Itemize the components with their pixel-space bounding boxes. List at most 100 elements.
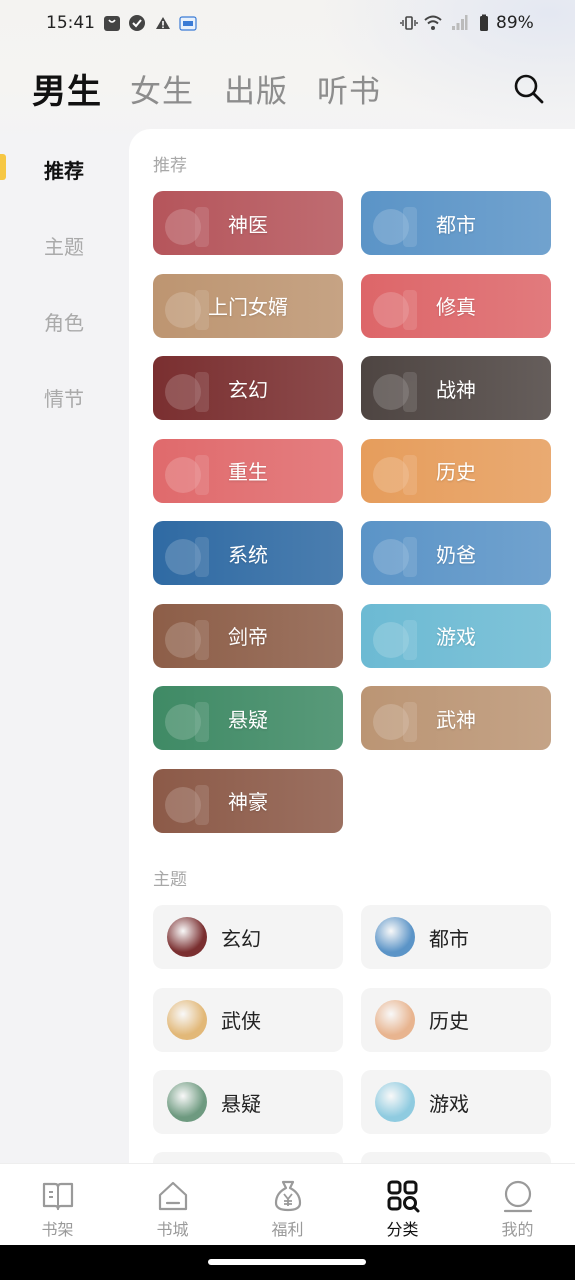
tab-male[interactable]: 男生 bbox=[32, 64, 102, 113]
category-card-illustration bbox=[165, 454, 209, 495]
category-card[interactable]: 重生 bbox=[153, 438, 343, 503]
theme-item[interactable]: 悬疑 bbox=[153, 1070, 343, 1134]
vibrate-icon bbox=[400, 16, 418, 30]
shopping-bag-icon bbox=[104, 16, 120, 31]
category-card[interactable]: 战神 bbox=[361, 356, 551, 420]
money-bag-icon bbox=[274, 1180, 302, 1212]
category-card[interactable]: 系统 bbox=[153, 521, 343, 585]
section-title-recommend: 推荐 bbox=[153, 156, 187, 176]
category-card-label: 修真 bbox=[436, 295, 476, 319]
sidebar-item-theme[interactable]: 主题 bbox=[0, 231, 128, 260]
app-badge-icon bbox=[179, 16, 197, 31]
warning-icon bbox=[156, 17, 170, 29]
category-card-label: 奶爸 bbox=[436, 542, 476, 567]
nav-welfare[interactable]: 福利 bbox=[230, 1164, 345, 1246]
category-card[interactable]: 历史 bbox=[361, 438, 551, 503]
category-card-illustration bbox=[373, 537, 417, 577]
category-card-illustration bbox=[373, 454, 417, 495]
category-card-label: 神医 bbox=[228, 212, 268, 237]
nav-category-label: 分类 bbox=[386, 1220, 419, 1239]
category-card-label: 上门女婿 bbox=[208, 295, 288, 319]
search-icon[interactable] bbox=[510, 70, 546, 106]
category-card-label: 游戏 bbox=[436, 625, 476, 649]
category-card[interactable]: 武神 bbox=[361, 686, 551, 750]
section-title-themes: 主题 bbox=[153, 870, 187, 890]
category-card-illustration bbox=[373, 372, 417, 412]
theme-item-label: 悬疑 bbox=[221, 1091, 261, 1116]
theme-item-label: 历史 bbox=[429, 1009, 469, 1033]
battery-percentage: 89% bbox=[496, 13, 534, 33]
category-card[interactable]: 剑帝 bbox=[153, 603, 343, 668]
category-card-label: 玄幻 bbox=[228, 377, 268, 402]
status-time: 15:41 bbox=[46, 13, 95, 33]
theme-item[interactable]: 武侠 bbox=[153, 987, 343, 1052]
category-icon bbox=[387, 1180, 420, 1213]
profile-icon bbox=[503, 1180, 533, 1213]
nav-bookstore[interactable]: 书城 bbox=[115, 1164, 230, 1246]
theme-item[interactable]: 都市 bbox=[361, 905, 551, 969]
category-card[interactable]: 修真 bbox=[361, 273, 551, 338]
category-card[interactable]: 奶爸 bbox=[361, 521, 551, 585]
category-card[interactable]: 都市 bbox=[361, 191, 551, 255]
category-card-illustration bbox=[165, 619, 209, 660]
theme-item-label: 玄幻 bbox=[221, 926, 261, 951]
category-card[interactable]: 上门女婿 bbox=[153, 273, 343, 338]
bookstore-icon bbox=[158, 1181, 188, 1211]
category-card-label: 悬疑 bbox=[228, 707, 268, 732]
signal-icon bbox=[452, 15, 468, 30]
theme-item[interactable]: 游戏 bbox=[361, 1070, 551, 1134]
category-card[interactable]: 游戏 bbox=[361, 603, 551, 668]
theme-item[interactable]: 玄幻 bbox=[153, 905, 343, 969]
category-card-illustration bbox=[373, 207, 417, 247]
bottom-navigation: 书架 书城 福利 分类 我的 bbox=[0, 1163, 575, 1245]
status-bar: 15:41 89% bbox=[0, 0, 575, 48]
theme-avatar bbox=[167, 917, 207, 957]
category-card-illustration bbox=[165, 784, 209, 825]
category-panel: 推荐 神医 都市 上门女婿 修真 玄幻 战神 重生 历史 系统 奶爸 剑帝 游戏 悬疑 武神 神豪 主题 玄… bbox=[129, 129, 575, 1169]
category-card-illustration bbox=[165, 702, 209, 742]
nav-profile[interactable]: 我的 bbox=[460, 1164, 575, 1246]
category-card-illustration bbox=[165, 372, 209, 412]
category-card-illustration bbox=[373, 619, 417, 660]
category-card-label: 战神 bbox=[436, 377, 476, 402]
sidebar-item-plot[interactable]: 情节 bbox=[0, 383, 128, 412]
nav-category[interactable]: 分类 bbox=[345, 1164, 460, 1246]
category-card-illustration bbox=[165, 537, 209, 577]
category-card-label: 都市 bbox=[436, 212, 476, 237]
sidebar-item-recommend[interactable]: 推荐 bbox=[0, 155, 128, 184]
theme-avatar bbox=[167, 999, 207, 1040]
theme-avatar bbox=[375, 917, 415, 957]
home-gesture-handle[interactable] bbox=[208, 1259, 366, 1265]
sidebar-item-role[interactable]: 角色 bbox=[0, 307, 128, 336]
tab-audiobook[interactable]: 听书 bbox=[317, 66, 381, 111]
bookshelf-icon bbox=[42, 1182, 74, 1211]
category-card-illustration bbox=[165, 207, 209, 247]
category-card-illustration bbox=[373, 702, 417, 742]
theme-item-label: 游戏 bbox=[429, 1091, 469, 1116]
theme-avatar bbox=[375, 1082, 415, 1122]
category-card[interactable]: 悬疑 bbox=[153, 686, 343, 750]
nav-bookstore-label: 书城 bbox=[156, 1220, 189, 1239]
theme-avatar bbox=[375, 999, 415, 1040]
category-card-label: 历史 bbox=[436, 460, 476, 484]
tab-publish[interactable]: 出版 bbox=[224, 66, 288, 111]
check-circle-icon bbox=[129, 15, 145, 31]
category-card-label: 系统 bbox=[228, 542, 268, 567]
theme-item-label: 都市 bbox=[429, 926, 469, 951]
theme-item[interactable]: 历史 bbox=[361, 987, 551, 1052]
nav-bookshelf-label: 书架 bbox=[41, 1220, 74, 1239]
theme-item-label: 武侠 bbox=[221, 1009, 261, 1033]
nav-profile-label: 我的 bbox=[501, 1220, 534, 1239]
nav-welfare-label: 福利 bbox=[271, 1220, 304, 1239]
tab-female[interactable]: 女生 bbox=[130, 66, 194, 111]
category-card-label: 重生 bbox=[228, 460, 268, 484]
nav-bookshelf[interactable]: 书架 bbox=[0, 1164, 115, 1246]
category-card-label: 武神 bbox=[436, 707, 476, 732]
category-card[interactable]: 玄幻 bbox=[153, 356, 343, 420]
category-card-label: 剑帝 bbox=[228, 625, 268, 649]
theme-avatar bbox=[167, 1082, 207, 1122]
category-card[interactable]: 神医 bbox=[153, 191, 343, 255]
category-card-illustration bbox=[373, 289, 417, 330]
battery-icon bbox=[480, 14, 488, 31]
category-card[interactable]: 神豪 bbox=[153, 768, 343, 833]
